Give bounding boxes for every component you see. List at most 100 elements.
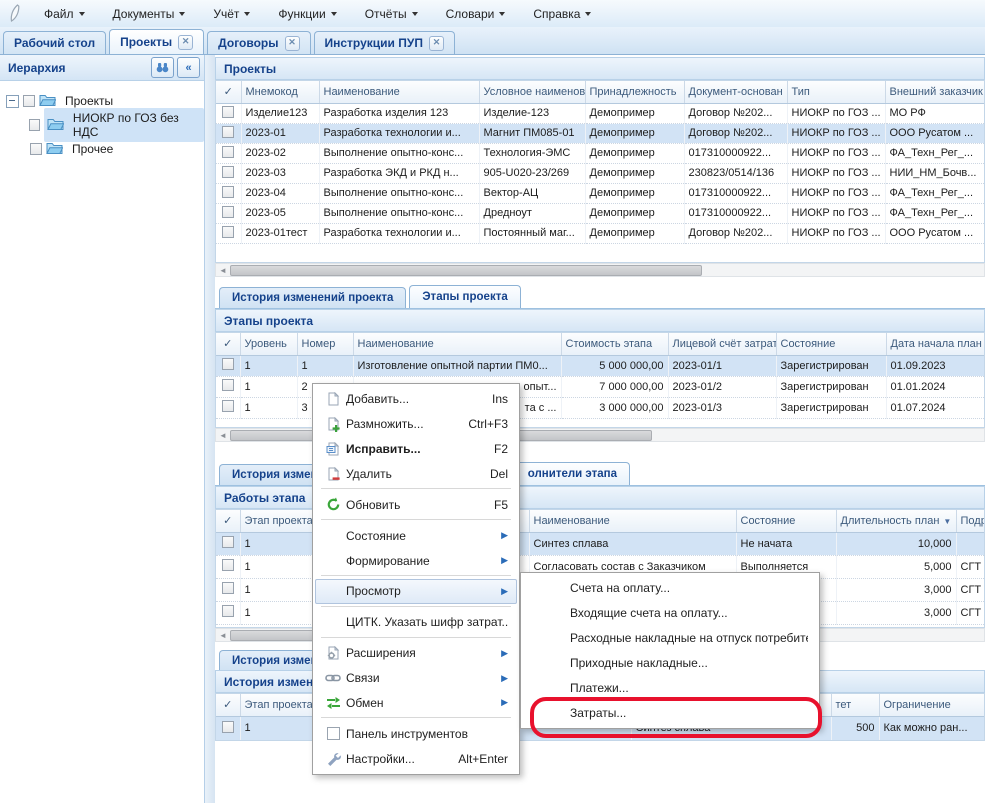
table-row[interactable]: 2023-05Выполнение опытно-конс...Дредноут… <box>216 203 985 223</box>
column-header[interactable]: Лицевой счёт затрат. <box>668 333 776 355</box>
row-checkbox[interactable] <box>222 226 234 238</box>
menu-item-incoming-invoices[interactable]: Входящие счета на оплату... <box>523 601 817 626</box>
menubar-item-functions[interactable]: Функции <box>264 3 348 25</box>
menu-item-invoices[interactable]: Счета на оплату... <box>523 576 817 601</box>
column-header[interactable]: ✓ <box>216 333 240 355</box>
tab-desktop[interactable]: Рабочий стол <box>3 31 106 54</box>
column-header[interactable]: Условное наименова <box>479 81 585 103</box>
menu-item-view[interactable]: Просмотр▶ <box>315 579 517 604</box>
menu-item-edit[interactable]: Исправить...F2 <box>315 437 517 462</box>
column-header[interactable]: Подр <box>956 510 985 532</box>
row-checkbox[interactable] <box>222 536 234 548</box>
row-checkbox[interactable] <box>222 146 234 158</box>
menubar-item-help[interactable]: Справка <box>519 3 603 25</box>
column-header[interactable]: Наименование <box>319 81 479 103</box>
menu-item-formation[interactable]: Формирование▶ <box>315 548 517 573</box>
column-header[interactable]: тет <box>831 694 879 716</box>
row-checkbox[interactable] <box>222 166 234 178</box>
tab-instructions[interactable]: Инструкции ПУП✕ <box>314 31 455 54</box>
tab-projects[interactable]: Проекты✕ <box>109 29 204 54</box>
menu-item-add[interactable]: Добавить...Ins <box>315 387 517 412</box>
horizontal-scrollbar[interactable]: ◄ <box>215 263 985 277</box>
column-header[interactable]: Дата начала план <box>886 333 985 355</box>
column-header[interactable]: Длительность план▼ <box>836 510 956 532</box>
scroll-left-icon[interactable]: ◄ <box>216 266 230 275</box>
menu-item-settings[interactable]: Настройки...Alt+Enter <box>315 746 517 771</box>
row-checkbox[interactable] <box>222 106 234 118</box>
menu-item-toolbar-panel[interactable]: Панель инструментов <box>315 721 517 746</box>
row-checkbox[interactable] <box>222 582 234 594</box>
menubar-item-reports[interactable]: Отчёты <box>351 3 430 25</box>
column-header[interactable]: Наименование <box>353 333 561 355</box>
table-row[interactable]: 2023-02Выполнение опытно-конс...Технолог… <box>216 143 985 163</box>
column-header[interactable]: Внешний заказчик <box>885 81 985 103</box>
column-header[interactable]: Номер <box>297 333 353 355</box>
menubar-item-dictionaries[interactable]: Словари <box>432 3 518 25</box>
column-header[interactable]: Документ-основан <box>684 81 787 103</box>
row-checkbox[interactable] <box>222 358 234 370</box>
scrollbar-thumb[interactable] <box>230 265 702 276</box>
link-icon <box>320 672 346 684</box>
row-checkbox[interactable] <box>222 206 234 218</box>
column-header[interactable]: Наименование <box>529 510 736 532</box>
page-edit-icon <box>320 442 346 457</box>
row-checkbox[interactable] <box>222 379 234 391</box>
menu-item-duplicate[interactable]: Размножить...Ctrl+F3 <box>315 412 517 437</box>
menu-item-citk[interactable]: ЦИТК. Указать шифр затрат... <box>315 610 517 635</box>
tab-contracts[interactable]: Договоры✕ <box>207 31 310 54</box>
column-header[interactable]: Уровень <box>240 333 297 355</box>
row-checkbox[interactable] <box>222 605 234 617</box>
menu-item-extensions[interactable]: Расширения▶ <box>315 641 517 666</box>
tab-close-icon[interactable]: ✕ <box>429 36 444 51</box>
table-row[interactable]: Изделие123Разработка изделия 123Изделие-… <box>216 103 985 123</box>
column-header[interactable]: Ограничение <box>879 694 985 716</box>
collapse-panel-button[interactable]: « <box>177 57 200 78</box>
row-checkbox[interactable] <box>222 400 234 412</box>
table-row[interactable]: 2023-03Разработка ЭКД и РКД н...905-U020… <box>216 163 985 183</box>
column-header[interactable]: ✓ <box>216 81 241 103</box>
column-header[interactable]: Состояние <box>776 333 886 355</box>
tab-close-icon[interactable]: ✕ <box>178 35 193 50</box>
tab-project-history[interactable]: История изменений проекта <box>219 287 406 308</box>
table-row[interactable]: 2023-04Выполнение опытно-конс...Вектор-А… <box>216 183 985 203</box>
menu-item-state[interactable]: Состояние▶ <box>315 523 517 548</box>
tree-collapse-icon[interactable] <box>6 95 19 108</box>
tree-checkbox[interactable] <box>23 95 35 107</box>
menu-item-payments[interactable]: Платежи... <box>523 675 817 700</box>
tree-node-niokr[interactable]: НИОКР по ГОЗ без НДС <box>6 113 204 137</box>
menubar-item-file[interactable]: Файл <box>30 3 97 25</box>
menu-item-receipt-notes[interactable]: Приходные накладные... <box>523 650 817 675</box>
menubar-item-accounting[interactable]: Учёт <box>199 3 262 25</box>
tree-checkbox[interactable] <box>30 143 42 155</box>
table-row[interactable]: 2023-01тестРазработка технологии и...Пос… <box>216 223 985 243</box>
row-checkbox[interactable] <box>222 721 234 733</box>
tree-search-button[interactable] <box>151 57 174 78</box>
tab-label: Этапы проекта <box>422 291 507 303</box>
row-checkbox[interactable] <box>222 559 234 571</box>
menu-item-links[interactable]: Связи▶ <box>315 666 517 691</box>
column-header[interactable]: Принадлежность <box>585 81 684 103</box>
scroll-left-icon[interactable]: ◄ <box>216 431 230 440</box>
menu-item-delete[interactable]: УдалитьDel <box>315 462 517 487</box>
menu-item-expense-notes[interactable]: Расходные накладные на отпуск потребител… <box>523 626 817 651</box>
tree-checkbox[interactable] <box>29 119 40 131</box>
column-header[interactable]: ✓ <box>216 510 240 532</box>
table-cell: Не начата <box>736 532 836 555</box>
table-row[interactable]: 2023-01Разработка технологии и...Магнит … <box>216 123 985 143</box>
vertical-splitter[interactable] <box>205 55 215 803</box>
row-checkbox[interactable] <box>222 186 234 198</box>
column-header[interactable]: Тип <box>787 81 885 103</box>
column-header[interactable]: Мнемокод <box>241 81 319 103</box>
scroll-left-icon[interactable]: ◄ <box>216 631 230 640</box>
menu-item-refresh[interactable]: ОбновитьF5 <box>315 492 517 517</box>
row-checkbox[interactable] <box>222 126 234 138</box>
column-header[interactable]: ✓ <box>216 694 240 716</box>
column-header[interactable]: Стоимость этапа <box>561 333 668 355</box>
column-header[interactable]: Состояние <box>736 510 836 532</box>
table-row[interactable]: 11Изготовление опытной партии ПМ0...5 00… <box>216 355 985 376</box>
menu-item-expenses[interactable]: Затраты... <box>523 700 817 725</box>
menubar-item-documents[interactable]: Документы <box>99 3 198 25</box>
tab-close-icon[interactable]: ✕ <box>285 36 300 51</box>
tab-project-stages[interactable]: Этапы проекта <box>409 285 520 308</box>
menu-item-exchange[interactable]: Обмен▶ <box>315 690 517 715</box>
